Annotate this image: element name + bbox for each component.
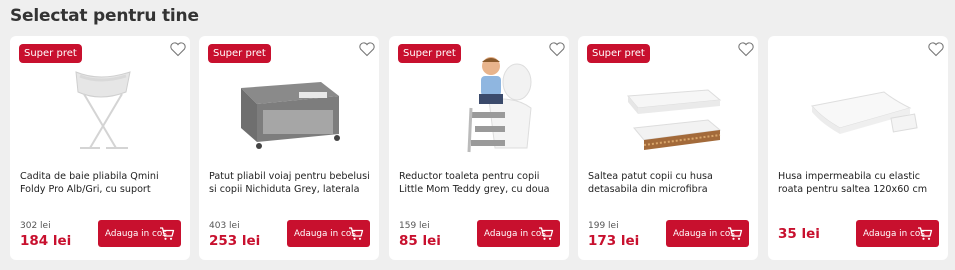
product-image-potty-ladder[interactable] <box>419 52 539 156</box>
product-card[interactable]: Super pret Cadita de baie pliabila Qmini… <box>10 36 190 260</box>
heart-icon[interactable] <box>548 40 566 58</box>
cart-icon <box>728 227 743 240</box>
super-pret-badge: Super pret <box>208 44 271 63</box>
old-price: 199 lei <box>588 221 619 231</box>
current-price: 173 lei <box>588 233 640 249</box>
current-price: 184 lei <box>20 233 72 249</box>
old-price: 403 lei <box>209 221 240 231</box>
add-to-cart-label: Adauga in cos <box>294 228 356 239</box>
product-carousel: Super pret Cadita de baie pliabila Qmini… <box>10 36 948 260</box>
super-pret-badge: Super pret <box>19 44 82 63</box>
add-to-cart-label: Adauga in cos <box>484 228 546 239</box>
super-pret-badge: Super pret <box>398 44 461 63</box>
add-to-cart-label: Adauga in cos <box>673 228 735 239</box>
heart-icon[interactable] <box>169 40 187 58</box>
product-title[interactable]: Reductor toaleta pentru copii Little Mom… <box>399 171 561 196</box>
old-price: 159 lei <box>399 221 430 231</box>
product-image-mattress-cover[interactable] <box>798 52 918 156</box>
product-title[interactable]: Patut pliabil voiaj pentru bebelusi si c… <box>209 171 371 196</box>
cart-icon <box>349 227 364 240</box>
product-title[interactable]: Cadita de baie pliabila Qmini Foldy Pro … <box>20 171 182 196</box>
cart-icon <box>160 227 175 240</box>
heart-icon[interactable] <box>358 40 376 58</box>
add-to-cart-button[interactable]: Adauga in cos <box>477 220 560 247</box>
current-price: 253 lei <box>209 233 261 249</box>
product-title[interactable]: Saltea patut copii cu husa detasabila di… <box>588 171 750 196</box>
current-price: 85 lei <box>399 233 441 249</box>
product-image-travel-cot[interactable] <box>229 52 349 156</box>
heart-icon[interactable] <box>737 40 755 58</box>
product-card[interactable]: Super pret Reductor toaleta pentru copii… <box>389 36 569 260</box>
product-card[interactable]: Husa impermeabila cu elastic roata pentr… <box>768 36 948 260</box>
product-image-mattress[interactable] <box>608 52 728 156</box>
current-price: 35 lei <box>778 226 820 242</box>
product-card[interactable]: Super pret Patut pliabil voiaj pentru be… <box>199 36 379 260</box>
product-image-bathtub[interactable] <box>40 52 160 156</box>
add-to-cart-button[interactable]: Adauga in cos <box>98 220 181 247</box>
add-to-cart-label: Adauga in cos <box>863 228 925 239</box>
super-pret-badge: Super pret <box>587 44 650 63</box>
product-card[interactable]: Super pret Saltea patut copii cu husa de… <box>578 36 758 260</box>
cart-icon <box>539 227 554 240</box>
product-title[interactable]: Husa impermeabila cu elastic roata pentr… <box>778 171 940 196</box>
section-title: Selectat pentru tine <box>10 6 199 26</box>
heart-icon[interactable] <box>927 40 945 58</box>
add-to-cart-button[interactable]: Adauga in cos <box>287 220 370 247</box>
old-price: 302 lei <box>20 221 51 231</box>
add-to-cart-button[interactable]: Adauga in cos <box>856 220 939 247</box>
add-to-cart-button[interactable]: Adauga in cos <box>666 220 749 247</box>
add-to-cart-label: Adauga in cos <box>105 228 167 239</box>
cart-icon <box>918 227 933 240</box>
